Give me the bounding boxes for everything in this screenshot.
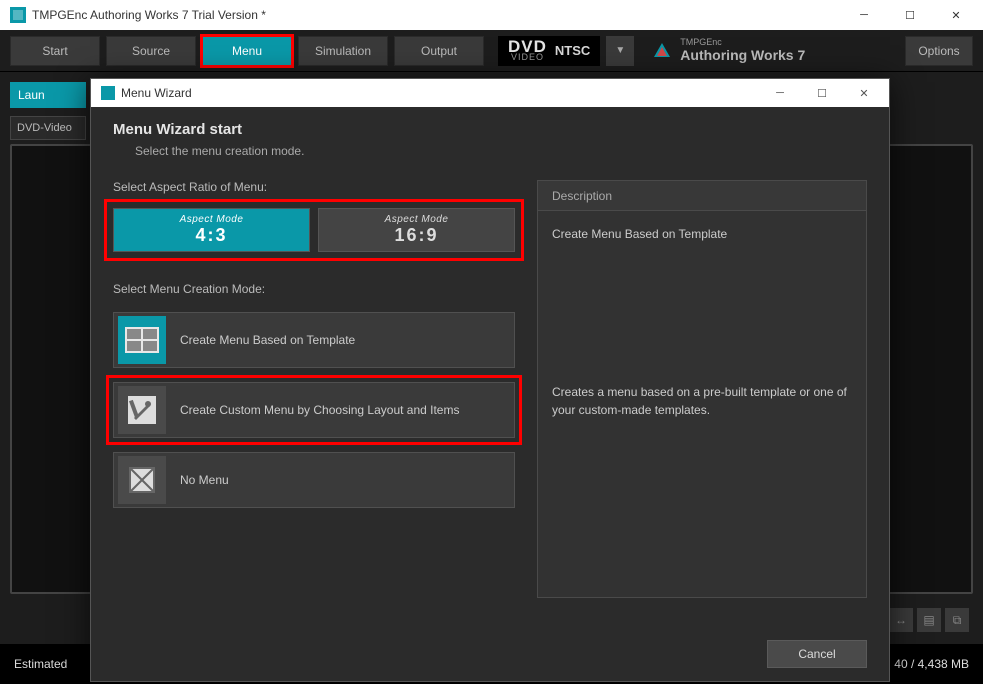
tab-simulation[interactable]: Simulation — [298, 36, 388, 66]
aspect-ratio-group: Aspect Mode 4:3 Aspect Mode 16:9 — [113, 208, 515, 252]
wizard-maximize-button[interactable]: ☐ — [801, 79, 843, 107]
options-button[interactable]: Options — [905, 36, 973, 66]
description-body: Creates a menu based on a pre-built temp… — [552, 383, 852, 419]
dvd-video-tab[interactable]: DVD-Video — [10, 116, 86, 140]
mode-custom-option[interactable]: Create Custom Menu by Choosing Layout an… — [113, 382, 515, 438]
aspect-16-9-button[interactable]: Aspect Mode 16:9 — [318, 208, 515, 252]
format-display: DVD VIDEO NTSC — [498, 36, 600, 66]
mode-custom-label: Create Custom Menu by Choosing Layout an… — [180, 403, 459, 417]
fit-width-icon[interactable]: ↔ — [889, 608, 913, 632]
cancel-button[interactable]: Cancel — [767, 640, 867, 668]
aspect-ratio-label: Select Aspect Ratio of Menu: — [113, 180, 515, 194]
size-info: 40 / 4,438 MB — [894, 657, 969, 671]
window-controls: ─ ☐ ✕ — [841, 0, 979, 30]
aspect-mode-label: Aspect Mode — [180, 214, 244, 225]
description-title: Create Menu Based on Template — [552, 225, 852, 243]
brand-logo-icon — [652, 41, 672, 61]
maximize-button[interactable]: ☐ — [887, 0, 933, 30]
brand-line2: Authoring Works 7 — [680, 48, 805, 63]
format-dropdown-button[interactable]: ▼ — [606, 36, 634, 66]
aspect-16-9-value: 16:9 — [394, 225, 438, 246]
mode-template-label: Create Menu Based on Template — [180, 333, 355, 347]
layout-icon[interactable]: ▤ — [917, 608, 941, 632]
wizard-close-button[interactable]: ✕ — [843, 79, 885, 107]
wizard-minimize-button[interactable]: ─ — [759, 79, 801, 107]
tab-output[interactable]: Output — [394, 36, 484, 66]
main-titlebar: TMPGEnc Authoring Works 7 Trial Version … — [0, 0, 983, 30]
estimated-label: Estimated — [14, 657, 67, 671]
aspect-4-3-button[interactable]: Aspect Mode 4:3 — [113, 208, 310, 252]
tools-icon — [118, 386, 166, 434]
description-header: Description — [538, 181, 866, 211]
app-icon — [10, 7, 26, 23]
format-region: NTSC — [555, 43, 590, 58]
wizard-header: Menu Wizard start Select the menu creati… — [113, 121, 867, 158]
wizard-titlebar: Menu Wizard ─ ☐ ✕ — [91, 79, 889, 107]
description-panel: Description Create Menu Based on Templat… — [537, 180, 867, 598]
wizard-subheading: Select the menu creation mode. — [113, 144, 867, 158]
close-button[interactable]: ✕ — [933, 0, 979, 30]
template-icon — [118, 316, 166, 364]
aspect-mode-label: Aspect Mode — [385, 214, 449, 225]
format-video-label: VIDEO — [511, 54, 544, 62]
menu-wizard-dialog: Menu Wizard ─ ☐ ✕ Menu Wizard start Sele… — [90, 78, 890, 682]
launch-button[interactable]: Laun — [10, 82, 86, 108]
no-menu-icon — [118, 456, 166, 504]
mode-none-label: No Menu — [180, 473, 229, 487]
aspect-4-3-value: 4:3 — [195, 225, 227, 246]
tab-source[interactable]: Source — [106, 36, 196, 66]
minimize-button[interactable]: ─ — [841, 0, 887, 30]
wizard-title: Menu Wizard — [121, 86, 759, 100]
wizard-icon — [101, 86, 115, 100]
tab-start[interactable]: Start — [10, 36, 100, 66]
tab-menu[interactable]: Menu — [202, 36, 292, 66]
main-window-title: TMPGEnc Authoring Works 7 Trial Version … — [32, 8, 841, 22]
wizard-heading: Menu Wizard start — [113, 121, 867, 138]
brand-area: TMPGEnc Authoring Works 7 — [652, 38, 805, 63]
main-toolbar: Start Source Menu Simulation Output DVD … — [0, 30, 983, 72]
copy-icon[interactable]: ⧉ — [945, 608, 969, 632]
creation-mode-label: Select Menu Creation Mode: — [113, 282, 515, 296]
mode-none-option[interactable]: No Menu — [113, 452, 515, 508]
wizard-footer: Cancel — [91, 627, 889, 681]
mode-template-option[interactable]: Create Menu Based on Template — [113, 312, 515, 368]
